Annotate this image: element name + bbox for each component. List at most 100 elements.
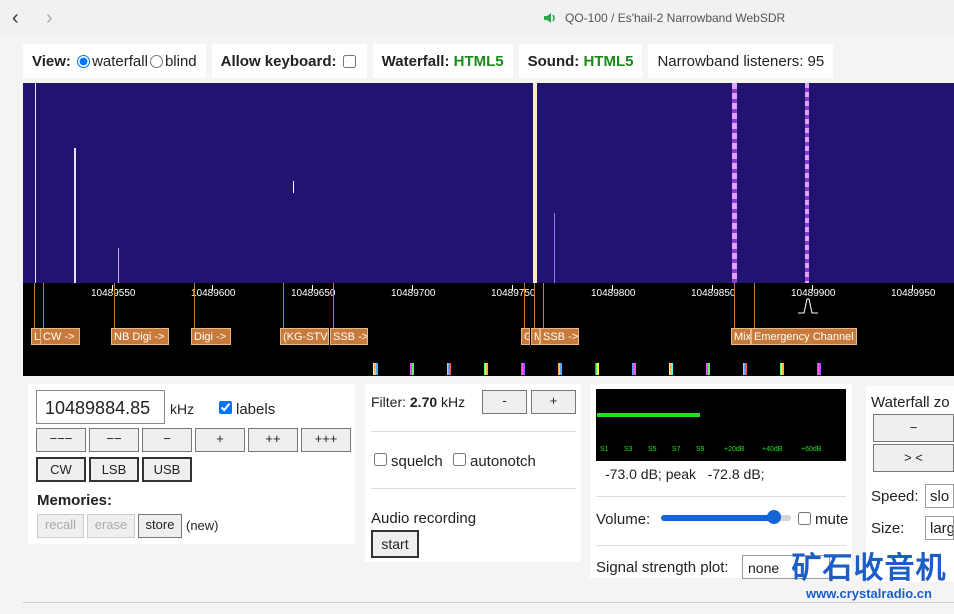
band-label[interactable]: SSB -> [330,328,368,345]
volume-fill [661,515,775,521]
recall-button[interactable]: recall [37,514,84,538]
tune-step-button[interactable]: ++ [248,428,298,452]
scale-tick-label: 10489650 [291,288,336,299]
scale-tick-label: 10489700 [391,288,436,299]
new-note: (new) [186,518,219,533]
activity-marker [486,363,488,375]
labels-checkbox[interactable] [219,401,232,414]
band-marker-line [534,283,535,328]
frequency-unit: kHz [170,401,195,417]
autonotch-checkbox[interactable] [453,453,466,466]
waterfall-option-label: waterfall [92,52,148,70]
blind-option-label: blind [164,52,197,70]
mode-lsb-button[interactable]: LSB [89,457,139,482]
activity-marker [523,363,525,375]
band-label[interactable]: NB Digi -> [111,328,169,345]
mode-usb-button[interactable]: USB [142,457,192,482]
s-meter-bar [597,413,700,417]
filter-wide-button[interactable]: + [531,390,576,414]
s-meter-label: S7 [672,446,681,453]
squelch-checkbox[interactable] [374,453,387,466]
band-marker-line [524,283,525,328]
waterfall-radio[interactable] [77,54,91,68]
watermark-title: 矿石收音机 [791,552,947,585]
tune-step-button[interactable]: −−− [36,428,86,452]
band-label[interactable]: (KG-STV) [280,328,329,345]
divider [371,488,576,489]
band-label[interactable]: M [531,328,540,345]
activity-marker [449,363,451,375]
band-marker-line [114,283,115,328]
size-label: Size: [871,520,905,537]
plot-label: Signal strength plot: [596,559,729,576]
mute-checkbox[interactable] [798,512,811,525]
signal-readout: -73.0 dB; peak -72.8 dB; [605,466,765,482]
listeners-box: Narrowband listeners: 95 [648,44,834,78]
forward-button[interactable]: › [46,8,53,28]
signal-trace [805,83,809,283]
back-button[interactable]: ‹ [12,8,19,28]
band-marker-line [543,283,544,328]
mode-cw-button[interactable]: CW [36,457,86,482]
record-start-button[interactable]: start [371,530,419,558]
s-meter-label: S3 [624,446,633,453]
size-select-value: larg [930,520,954,537]
zoom-out-button[interactable]: − [873,414,954,442]
band-marker-line [194,283,195,328]
blind-radio[interactable] [149,54,163,68]
watermark-url: www.crystalradio.cn [806,586,932,601]
scale-tick-label: 10489800 [591,288,636,299]
browser-toolbar: ‹ › QO-100 / Es'hail-2 Narrowband WebSDR [0,0,954,38]
tune-step-button[interactable]: − [142,428,192,452]
size-select[interactable]: larg [925,516,954,540]
activity-marker [819,363,821,375]
sound-mode-label: Sound: [527,52,580,70]
scale-tick-label: 10489750 [491,288,536,299]
s-meter-label: +20dB [724,446,745,453]
filter-readout: Filter: 2.70 kHz [371,394,465,410]
scale-tick-label: 10489600 [191,288,236,299]
zoom-fit-button[interactable]: > < [873,444,954,472]
band-label[interactable]: Digi -> [191,328,231,345]
waterfall-mode-box: Waterfall: HTML5 [372,44,513,78]
frequency-input[interactable]: 10489884.85 [36,390,165,424]
speed-select-value: slo [930,488,950,505]
s-meter-label: +60dB [801,446,822,453]
band-label[interactable]: G [521,328,530,345]
band-marker-line [34,283,35,328]
tune-step-button[interactable]: +++ [301,428,351,452]
signal-trace [118,248,119,283]
filter-narrow-button[interactable]: - [482,390,527,414]
waterfall-mode-value: HTML5 [453,52,504,70]
activity-marker [708,363,710,375]
s-meter-label: S9 [696,446,705,453]
erase-button[interactable]: erase [87,514,135,538]
activity-marker [560,363,562,375]
activity-marker [671,363,673,375]
volume-slider[interactable] [661,510,791,524]
band-label[interactable]: Mix [731,328,751,345]
activity-marker [597,363,599,375]
volume-slider-handle[interactable] [767,510,782,524]
speed-select[interactable]: slo [925,484,954,508]
band-marker-line [734,283,735,328]
speed-label: Speed: [871,488,919,505]
band-label[interactable]: CW -> [40,328,80,345]
signal-trace [533,83,537,283]
tune-step-button[interactable]: −− [89,428,139,452]
sound-mode-box: Sound: HTML5 [518,44,643,78]
keyboard-checkbox[interactable] [342,54,356,68]
divider [371,431,576,432]
band-label[interactable]: SSB -> [540,328,579,345]
page-title: QO-100 / Es'hail-2 Narrowband WebSDR [565,11,786,25]
activity-marker [412,363,414,375]
waterfall-display[interactable] [23,83,954,283]
signal-trace [554,213,555,283]
scale-tick-label: 10489900 [791,288,836,299]
signal-trace [732,83,737,283]
frequency-scale[interactable]: 1048955010489600104896501048970010489750… [23,283,954,376]
store-button[interactable]: store [138,514,182,538]
speaker-icon [544,13,555,23]
band-label[interactable]: Emergency Channel [751,328,857,345]
tune-step-button[interactable]: + [195,428,245,452]
